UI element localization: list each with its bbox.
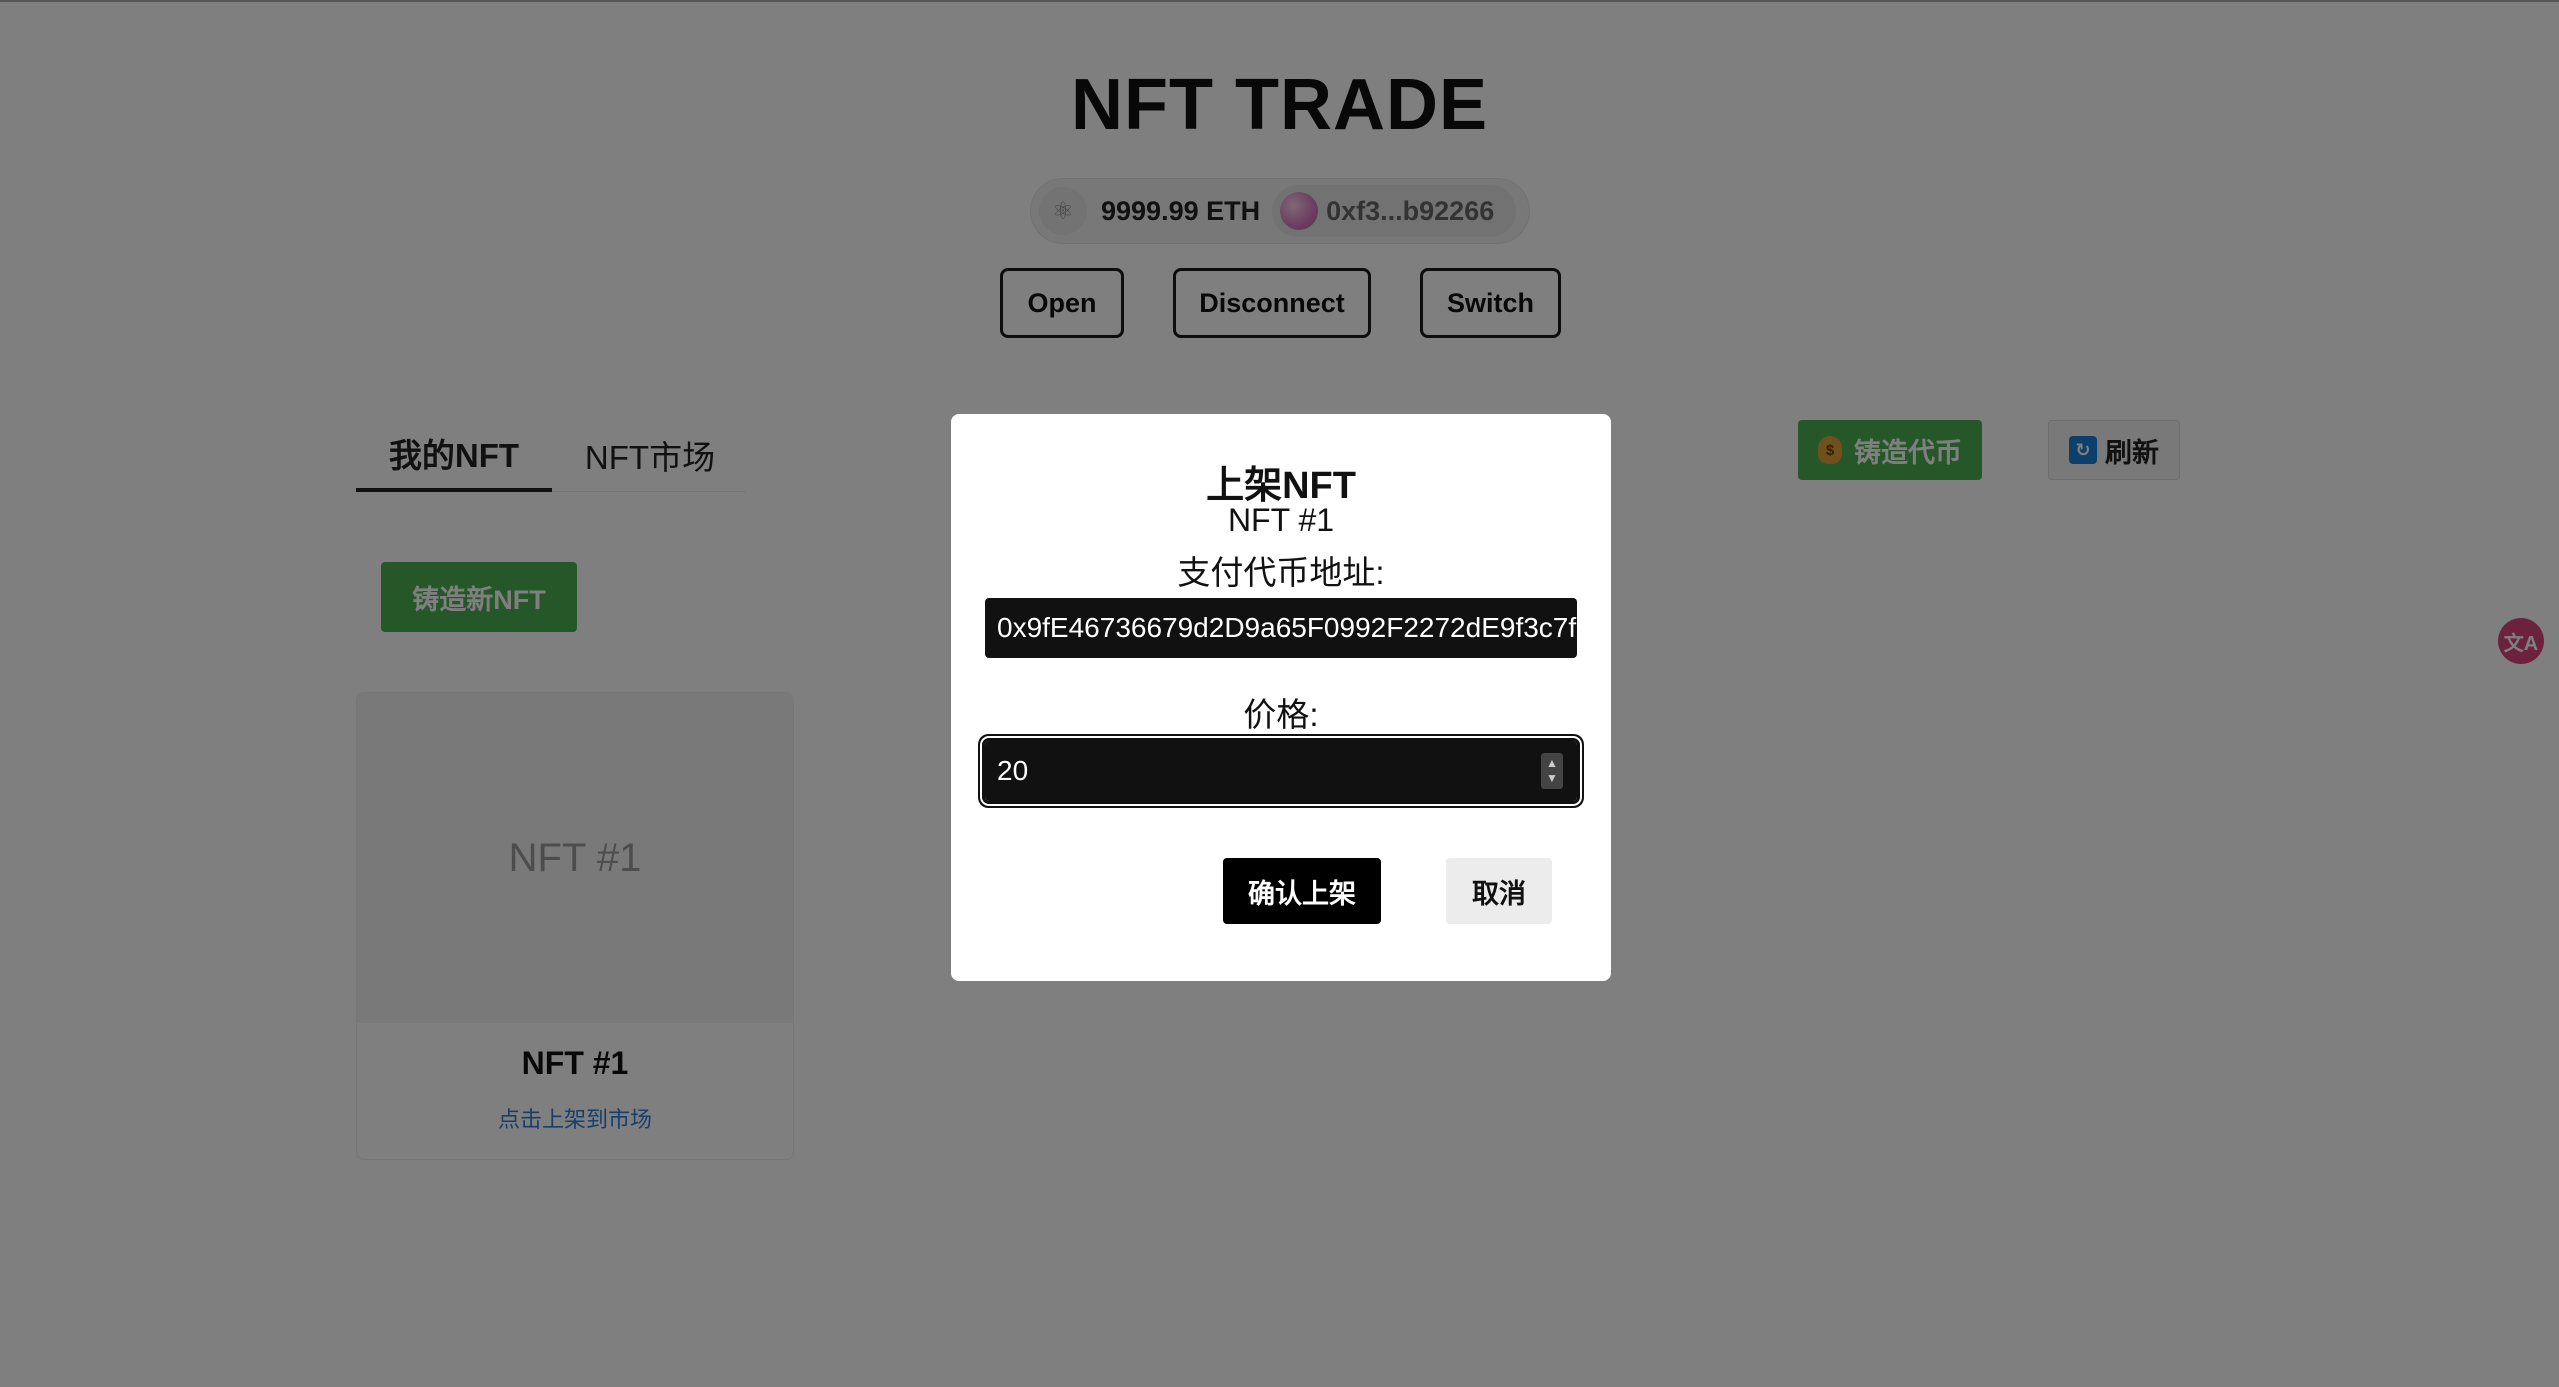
cancel-button[interactable]: 取消 — [1446, 858, 1552, 924]
chevron-down-icon[interactable]: ▼ — [1546, 771, 1558, 786]
price-value: 20 — [997, 755, 1029, 786]
list-nft-modal: 上架NFT NFT #1 支付代币地址: 0x9fE46736679d2D9a6… — [951, 414, 1611, 981]
modal-title: 上架NFT — [1206, 465, 1356, 507]
confirm-listing-button[interactable]: 确认上架 — [1223, 858, 1381, 924]
page: NFT TRADE ⚛ 9999.99 ETH 0xf3...b92266 Op… — [0, 0, 2559, 1387]
chevron-up-icon[interactable]: ▲ — [1546, 756, 1558, 771]
token-address-input[interactable]: 0x9fE46736679d2D9a65F0992F2272dE9f3c7fa6… — [985, 598, 1577, 658]
price-label: 价格: — [1243, 696, 1319, 733]
token-address-label: 支付代币地址: — [1177, 554, 1385, 591]
modal-nft-name: NFT #1 — [1227, 502, 1335, 538]
price-stepper[interactable]: ▲ ▼ — [1541, 753, 1563, 789]
price-input[interactable]: 20 ▲ ▼ — [982, 738, 1580, 804]
